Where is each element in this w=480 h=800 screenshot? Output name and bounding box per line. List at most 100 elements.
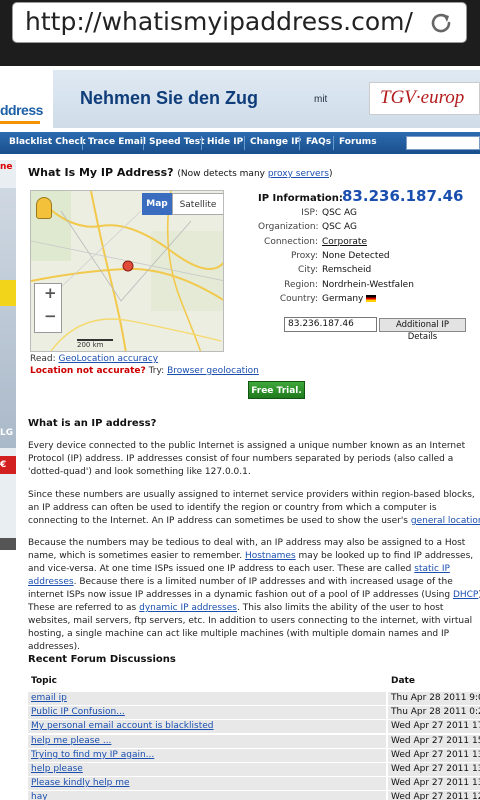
subtitle-pre: (Now detects many	[177, 169, 268, 179]
geolocation-accuracy-line: Read: GeoLocation accuracy	[30, 354, 158, 364]
organization-label: Organization:	[258, 222, 319, 232]
ad-headline: Nehmen Sie den Zug	[80, 88, 259, 108]
region-label: Region:	[284, 280, 318, 290]
zoom-out-button[interactable]: −	[44, 307, 57, 325]
nav-separator	[333, 136, 334, 150]
dynamic-ip-link[interactable]: dynamic IP addresses	[139, 603, 237, 613]
forum-topic-cell: Please kindly help me	[28, 777, 386, 790]
hostnames-link[interactable]: Hostnames	[245, 551, 296, 561]
site-logo[interactable]: ddress	[0, 102, 43, 118]
side-ad-text: ne	[0, 162, 13, 172]
forum-row: email ip Thu Apr 28 2011 9:0	[28, 692, 480, 705]
germany-flag-icon	[366, 295, 377, 302]
ad-brand-text: TGV·europ	[380, 87, 465, 108]
side-ad-highlight	[0, 280, 16, 306]
forum-row: My personal email account is blacklisted…	[28, 720, 480, 733]
p3-text-c: . Because there is a limited number of I…	[28, 577, 453, 600]
forum-row: Trying to find my IP again... Wed Apr 27…	[28, 749, 480, 762]
side-ad-footer	[0, 538, 16, 550]
nav-faqs[interactable]: FAQs	[306, 137, 331, 147]
banner-ad[interactable]: Nehmen Sie den Zug mit TGV·europ	[53, 70, 480, 128]
side-ad-image	[0, 188, 16, 448]
ip-lookup-input[interactable]: 83.236.187.46	[284, 317, 377, 332]
nav-hide-ip[interactable]: Hide IP	[207, 137, 243, 147]
proxy-label: Proxy:	[290, 251, 318, 261]
forum-topic-link[interactable]: hay	[31, 792, 48, 800]
nav-change-ip[interactable]: Change IP	[250, 137, 301, 147]
map-tab-map[interactable]: Map	[142, 193, 172, 215]
connection-value-link[interactable]: Corporate	[322, 237, 367, 247]
street-view-pegman-icon[interactable]	[36, 197, 52, 219]
forum-date-cell: Wed Apr 27 2011 13	[388, 763, 480, 776]
page-subtitle: (Now detects many proxy servers)	[177, 169, 332, 179]
forum-date-cell: Thu Apr 28 2011 0:2	[388, 706, 480, 719]
location-warning: Location not accurate?	[30, 366, 146, 376]
url-text[interactable]: http://whatismyipaddress.com/	[25, 7, 413, 36]
side-ad[interactable]: ne €	[0, 160, 16, 550]
article-paragraph-3: Because the numbers may be tedious to de…	[28, 537, 480, 654]
forum-date-cell: Wed Apr 27 2011 15	[388, 735, 480, 748]
dhcp-link[interactable]: DHCP	[453, 590, 478, 600]
url-field[interactable]: http://whatismyipaddress.com/	[12, 2, 467, 43]
country-value-wrap: Germany	[322, 294, 377, 304]
connection-label: Connection:	[264, 237, 318, 247]
ip-address-value: 83.236.187.46	[342, 187, 464, 205]
city-label: City:	[297, 265, 318, 275]
forum-row: hay Wed Apr 27 2011 12	[28, 791, 480, 800]
nav-speed-test[interactable]: Speed Test	[149, 137, 204, 147]
forum-heading: Recent Forum Discussions	[28, 654, 176, 665]
nav-separator	[143, 136, 144, 150]
forum-topic-link[interactable]: Trying to find my IP again...	[31, 750, 154, 760]
forum-date-cell: Wed Apr 27 2011 12	[388, 791, 480, 800]
forum-row: help please Wed Apr 27 2011 13	[28, 763, 480, 776]
page-title-text: What Is My IP Address?	[28, 166, 174, 179]
reload-icon[interactable]	[428, 10, 454, 36]
isp-value: QSC AG	[322, 208, 357, 218]
map-tab-satellite[interactable]: Satellite	[172, 193, 223, 215]
general-location-link[interactable]: general location	[411, 516, 480, 526]
what-is-ip-heading: What is an IP address?	[28, 418, 157, 429]
free-trial-button[interactable]: Free Trial.	[248, 381, 305, 399]
browser-toolbar: http://whatismyipaddress.com/	[0, 0, 480, 66]
forum-topic-link[interactable]: Public IP Confusion...	[31, 707, 125, 717]
nav-blacklist-check[interactable]: Blacklist Check	[9, 137, 86, 147]
forum-topic-link[interactable]: email ip	[31, 693, 67, 703]
forum-topic-cell: email ip	[28, 692, 386, 705]
map-zoom-control: + −	[34, 283, 62, 333]
forum-row: help me please ... Wed Apr 27 2011 15	[28, 735, 480, 748]
try-label: Try:	[145, 366, 168, 376]
forum-topic-link[interactable]: help me please ...	[31, 736, 111, 746]
country-value: Germany	[322, 294, 364, 304]
browser-geolocation-link[interactable]: Browser geolocation	[167, 366, 259, 376]
forum-topic-link[interactable]: Please kindly help me	[31, 778, 130, 788]
article-paragraph-2: Since these numbers are usually assigned…	[28, 489, 480, 528]
nav-trace-email[interactable]: Trace Email	[88, 137, 146, 147]
forum-topic-cell: help please	[28, 763, 386, 776]
subtitle-post: )	[328, 169, 333, 179]
proxy-servers-link[interactable]: proxy servers	[268, 169, 329, 179]
geolocation-accuracy-link[interactable]: GeoLocation accuracy	[59, 354, 159, 364]
forum-topic-cell: help me please ...	[28, 735, 386, 748]
article-paragraph-1: Every device connected to the public Int…	[28, 441, 466, 477]
zoom-in-button[interactable]: +	[44, 284, 57, 302]
location-warning-line: Location not accurate? Try: Browser geol…	[30, 366, 259, 376]
forum-col-date: Date	[391, 676, 415, 686]
p2-text: Since these numbers are usually assigned…	[28, 490, 475, 526]
map-scale-label: 200 km	[77, 341, 104, 349]
site-search-input[interactable]	[406, 136, 480, 150]
forum-topic-cell: My personal email account is blacklisted	[28, 720, 386, 733]
forum-date-cell: Thu Apr 28 2011 9:0	[388, 692, 480, 705]
nav-forums[interactable]: Forums	[339, 137, 377, 147]
nav-separator	[201, 136, 202, 150]
forum-topic-link[interactable]: My personal email account is blacklisted	[31, 721, 213, 731]
main-nav: Blacklist Check Trace Email Speed Test H…	[0, 132, 480, 154]
location-map[interactable]: Map Satellite + − 200 km	[30, 190, 224, 352]
forum-topic-link[interactable]: help please	[31, 764, 83, 774]
side-ad-brand: LG	[0, 428, 14, 438]
side-ad-price: €	[0, 460, 7, 470]
proxy-value: None Detected	[322, 251, 390, 261]
page-title: What Is My IP Address? (Now detects many…	[28, 166, 333, 179]
nav-separator	[299, 136, 300, 150]
region-value: Nordrhein-Westfalen	[322, 280, 414, 290]
additional-ip-details-button[interactable]: Additional IP Details	[379, 318, 466, 342]
